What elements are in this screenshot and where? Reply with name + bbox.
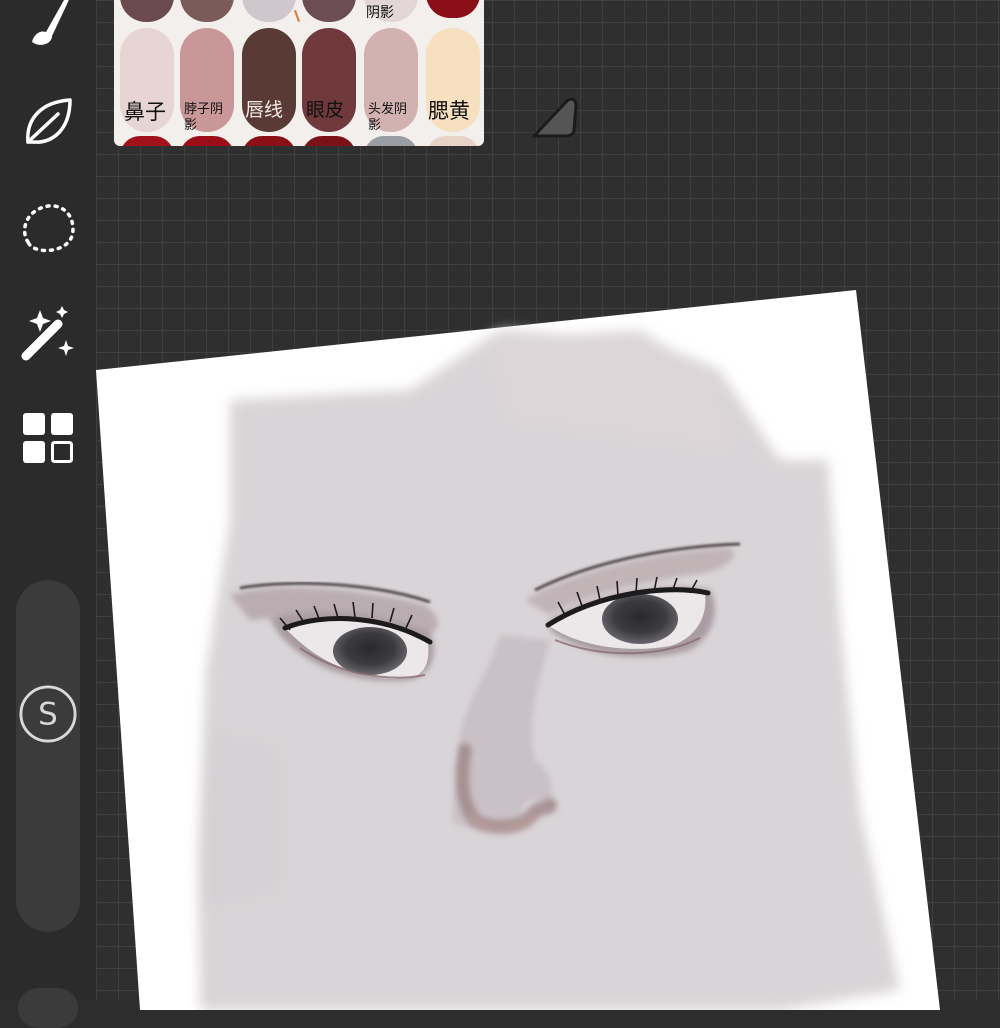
swatch-bottom-4 (302, 136, 356, 146)
modifier-symbol: S (38, 697, 58, 733)
swatch-top-4 (302, 0, 356, 22)
palette-top-label: 阴影 (366, 5, 394, 21)
modifier-button[interactable]: S (18, 684, 78, 744)
label-blush: 腮黄 (428, 99, 470, 123)
swatch-bottom-2 (180, 136, 234, 146)
orange-stroke-mark (294, 10, 300, 22)
reference-palette-image[interactable]: 阴影 鼻子 脖子阴 影 唇线 眼皮 头发阴 影 腮黄 (114, 0, 484, 146)
swatch-top-6 (426, 0, 480, 18)
opacity-slider[interactable] (18, 988, 78, 1028)
swatch-bottom-1 (120, 136, 174, 146)
brush-size-slider[interactable] (16, 580, 80, 932)
swatch-top-2 (180, 0, 234, 22)
brush-icon[interactable] (18, 0, 78, 52)
label-lip-line: 唇线 (245, 99, 284, 121)
label-eyelid: 眼皮 (306, 99, 345, 121)
leaf-icon[interactable] (18, 92, 78, 152)
drawing-canvas[interactable] (80, 290, 940, 1010)
magic-wand-icon[interactable] (18, 304, 78, 364)
reference-resize-handle[interactable] (528, 96, 580, 142)
swatch-bottom-5 (364, 136, 418, 146)
selection-lasso-icon[interactable] (18, 198, 78, 258)
swatch-bottom-3 (242, 136, 296, 146)
label-hair-shadow-sub: 影 (368, 118, 382, 133)
label-neck-shadow-sub: 影 (184, 118, 198, 133)
swatch-top-1 (120, 0, 174, 22)
label-nose: 鼻子 (124, 100, 166, 124)
swatch-bottom-6 (426, 136, 480, 146)
swatch-top-3 (242, 0, 296, 22)
layers-grid-icon[interactable] (18, 408, 78, 468)
